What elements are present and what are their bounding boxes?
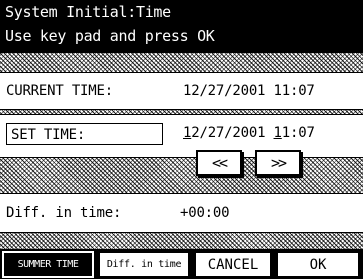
double-left-arrow-icon: <<	[211, 153, 228, 172]
set-time-cursor-digit: 1	[183, 125, 192, 141]
time-settings-screen: System Initial:Time Use key pad and pres…	[0, 0, 363, 279]
diff-in-time-button[interactable]: Diff. in time	[98, 251, 190, 278]
current-time-label: CURRENT TIME:	[6, 83, 113, 99]
current-time-value: 12/27/2001 11:07	[183, 83, 315, 99]
summer-time-button[interactable]: SUMMER TIME	[2, 251, 94, 278]
cancel-button[interactable]: CANCEL	[194, 251, 272, 278]
cursor-left-button[interactable]: <<	[196, 150, 242, 176]
diff-in-time-label: Diff. in time:	[6, 205, 122, 221]
set-time-label: SET TIME:	[11, 127, 86, 143]
set-time-value[interactable]: 12/27/2001 11:07	[183, 125, 315, 141]
set-time-value-post: 1:07	[281, 125, 315, 141]
set-time-row: SET TIME: 12/27/2001 11:07	[0, 114, 363, 158]
set-time-value-mid: 2/27/2001	[191, 125, 274, 141]
diff-in-time-value: +00:00	[180, 205, 230, 221]
set-time-button[interactable]: SET TIME:	[6, 123, 163, 145]
screen-title: System Initial:Time	[5, 3, 171, 21]
diff-in-time-row: Diff. in time: +00:00	[0, 193, 363, 233]
cursor-right-button[interactable]: >>	[255, 150, 301, 176]
double-right-arrow-icon: >>	[270, 153, 287, 172]
current-time-row: CURRENT TIME: 12/27/2001 11:07	[0, 72, 363, 110]
set-time-hour-digit: 1	[273, 125, 282, 141]
ok-button[interactable]: OK	[276, 251, 360, 278]
instruction-text: Use key pad and press OK	[5, 27, 215, 45]
